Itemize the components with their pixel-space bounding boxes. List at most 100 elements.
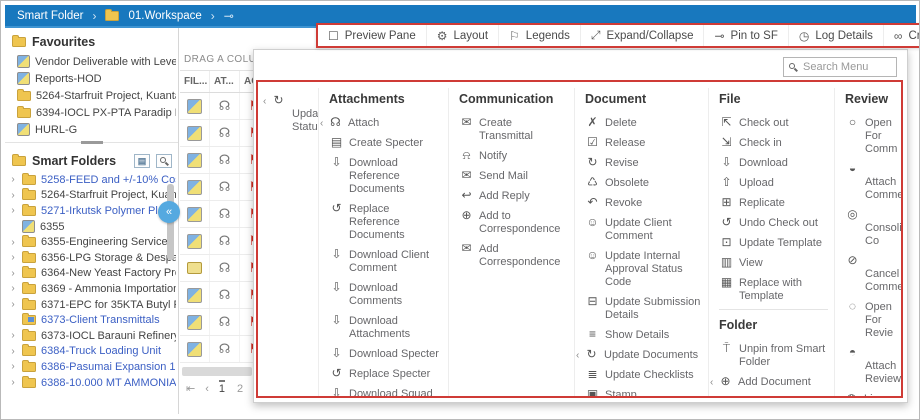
menu-item-add-document[interactable]: ‹⊕Add Document — [719, 375, 828, 389]
menu-item-undo-check-out[interactable]: ↺Undo Check out — [719, 216, 828, 230]
menu-item-update-checklists[interactable]: ≣Update Checklists — [585, 368, 702, 382]
menu-item-attach-review[interactable]: ◓Attach Review — [845, 346, 895, 386]
folder-stack-icon[interactable]: ▤ — [134, 154, 150, 168]
menu-item-download-squad-check-comment[interactable]: ⇩Download Squad Check Comment — [329, 387, 442, 396]
table-row[interactable]: ☊⚑ — [180, 201, 258, 228]
smart-folder-item[interactable]: ›5264-Starfruit Project, Kuantan, M... — [5, 188, 178, 204]
grid-horizontal-scrollbar[interactable] — [182, 367, 252, 376]
prev-page-icon[interactable]: ‹ — [205, 383, 209, 395]
favourite-item[interactable]: Vendor Deliverable with Levels — [5, 53, 178, 70]
toolbar-log-details-button[interactable]: ◷Log Details — [788, 25, 883, 46]
menu-item-notify[interactable]: ⍾Notify — [459, 149, 568, 163]
smart-folder-item[interactable]: ›5271-Irkutsk Polymer Plant Ethyle... — [5, 203, 178, 219]
menu-item-create-transmittal[interactable]: ✉Create Transmittal — [459, 116, 568, 143]
favourite-item[interactable]: Reports-HOD — [5, 70, 178, 87]
smart-folder-item[interactable]: ›6373-IOCL Barauni Refinery Capac... — [5, 328, 178, 344]
grid-column-header[interactable]: FIL... — [180, 71, 210, 92]
menu-item-live-commenti[interactable]: ‹◍Live Commenti — [845, 392, 895, 396]
menu-item-view[interactable]: ▥View — [719, 256, 828, 270]
search-input[interactable] — [801, 60, 891, 74]
menu-item-cancel-comme[interactable]: ⊘Cancel Comme — [845, 254, 895, 294]
menu-item-add-correspondence[interactable]: ✉Add Correspondence — [459, 242, 568, 269]
menu-item-replicate[interactable]: ⊞Replicate — [719, 196, 828, 210]
folder-search-icon[interactable] — [156, 154, 172, 168]
smart-folder-item[interactable]: ›6371-EPC for 35KTA Butyl Phenol ... — [5, 297, 178, 313]
menu-item-download-client-comment[interactable]: ⇩Download Client Comment — [329, 248, 442, 275]
favourite-item[interactable]: HURL-G — [5, 121, 178, 138]
toolbar-legends-button[interactable]: ⚐Legends — [498, 25, 580, 46]
menu-item-attach-comme[interactable]: ◒Attach Comme — [845, 162, 895, 202]
smart-folder-item[interactable]: ›6364-New Yeast Factory Project — [5, 266, 178, 282]
table-row[interactable]: ☊⚑ — [180, 282, 258, 309]
first-page-icon[interactable]: ⇤ — [186, 382, 195, 395]
smart-folder-item[interactable]: ›6355-Engineering Services for But... — [5, 234, 178, 250]
menu-item-add-reply[interactable]: ↩Add Reply — [459, 189, 568, 203]
menu-item-open-for-revie[interactable]: ◌Open For Revie — [845, 300, 895, 340]
menu-item-revoke[interactable]: ↶Revoke — [585, 196, 702, 210]
favourite-item[interactable]: 6394-IOCL PX-PTA Paradip Expansion — [5, 104, 178, 121]
menu-item-release[interactable]: ☑Release — [585, 136, 702, 150]
sidebar-collapse-button[interactable]: « — [158, 201, 180, 223]
smart-folder-item[interactable]: ›6356-LPG Storage & Despatch Fac... — [5, 250, 178, 266]
smart-folder-item[interactable]: ›6386-Pasumai Expansion 1.0 — [5, 359, 178, 375]
sidebar-splitter[interactable] — [5, 142, 178, 146]
menu-item-show-details[interactable]: ≡Show Details — [585, 328, 702, 342]
menu-item-check-in[interactable]: ⇲Check in — [719, 136, 828, 150]
table-row[interactable]: ☊⚑ — [180, 147, 258, 174]
toolbar-pin-to-sf-button[interactable]: ⊸Pin to SF — [703, 25, 787, 46]
menu-item-update-internal-approval-status-code[interactable]: ☺Update Internal Approval Status Code — [585, 249, 702, 289]
menu-item-attach[interactable]: ‹☊Attach — [329, 116, 442, 130]
menu-item-revise[interactable]: ↻Revise — [585, 156, 702, 170]
menu-item-obsolete[interactable]: ♺Obsolete — [585, 176, 702, 190]
table-row[interactable]: ☊⚑ — [180, 93, 258, 120]
menu-item-update-status[interactable]: ‹↻Update Status — [272, 94, 312, 134]
toolbar-layout-button[interactable]: ⚙Layout — [426, 25, 498, 46]
menu-item-update-submission-details[interactable]: ⊟Update Submission Details — [585, 295, 702, 322]
menu-item-send-mail[interactable]: ✉Send Mail — [459, 169, 568, 183]
menu-item-download-comments[interactable]: ⇩Download Comments — [329, 281, 442, 308]
menu-item-replace-with-template[interactable]: ▦Replace with Template — [719, 276, 828, 303]
menu-item-update-documents[interactable]: ‹↻Update Documents — [585, 348, 702, 362]
table-row[interactable]: ☊⚑ — [180, 120, 258, 147]
smart-folder-item[interactable]: ›5258-FEED and +/-10% Cost Esti... — [5, 172, 178, 188]
smart-folder-item[interactable]: ›6369 - Ammonia Importation Ter... — [5, 281, 178, 297]
favourite-item[interactable]: 5264-Starfruit Project, Kuantan, Malay..… — [5, 87, 178, 104]
table-row[interactable]: ☊⚑ — [180, 228, 258, 255]
menu-item-replace-specter[interactable]: ↺Replace Specter — [329, 367, 442, 381]
menu-item-upload[interactable]: ⇧Upload — [719, 176, 828, 190]
table-row[interactable]: ☊⚑ — [180, 255, 258, 282]
menu-item-unpin-from-smart-folder[interactable]: ⍑Unpin from Smart Folder — [719, 342, 828, 369]
menu-item-stamp[interactable]: ▣Stamp — [585, 388, 702, 396]
menu-item-update-template[interactable]: ⊡Update Template — [719, 236, 828, 250]
table-row[interactable]: ☊⚑ — [180, 174, 258, 201]
menu-item-download[interactable]: ⇩Download — [719, 156, 828, 170]
breadcrumb-root[interactable]: Smart Folder — [17, 10, 83, 22]
toolbar-expand-collapse-button[interactable]: ⤢Expand/Collapse — [580, 25, 704, 46]
menu-item-create-specter[interactable]: ▤Create Specter — [329, 136, 442, 150]
menu-item-replace-reference-documents[interactable]: ↺Replace Reference Documents — [329, 202, 442, 242]
page-number-1[interactable]: 1 — [219, 380, 225, 395]
smart-folder-item[interactable]: ›6384-Truck Loading Unit — [5, 344, 178, 360]
grid-column-header[interactable]: AT... — [210, 71, 240, 92]
table-row[interactable]: ☊⚑ — [180, 336, 258, 363]
breadcrumb-workspace[interactable]: 01.Workspace — [128, 10, 201, 22]
smart-folder-item[interactable]: 6373-Client Transmittals — [5, 312, 178, 328]
menu-item-download-reference-documents[interactable]: ⇩Download Reference Documents — [329, 156, 442, 196]
toolbar-create-document-link-button[interactable]: ∞Create Document Link — [883, 25, 920, 46]
table-row[interactable]: ☊⚑ — [180, 309, 258, 336]
menu-item-update-client-comment[interactable]: ☺Update Client Comment — [585, 216, 702, 243]
menu-item-check-out[interactable]: ⇱Check out — [719, 116, 828, 130]
menu-item-consolidate-co[interactable]: ◎Consolidate Co — [845, 208, 895, 248]
smart-folder-item[interactable]: ›6388-10.000 MT AMMONIA STOR... — [5, 375, 178, 391]
page-number-2[interactable]: 2 — [237, 383, 243, 395]
menu-item-download-specter[interactable]: ⇩Download Specter — [329, 347, 442, 361]
menu-item-download-attachments[interactable]: ⇩Download Attachments — [329, 314, 442, 341]
menu-item-export-to-excel[interactable]: ‹▦Export to Excel — [719, 395, 828, 396]
menu-item-delete[interactable]: ✗Delete — [585, 116, 702, 130]
menu-search-box[interactable] — [783, 57, 897, 77]
menu-item-add-to-correspondence[interactable]: ⊕Add to Correspondence — [459, 209, 568, 236]
breadcrumb-pin-icon[interactable]: ⊸ — [224, 9, 234, 23]
toolbar-preview-pane-button[interactable]: ☐Preview Pane — [318, 25, 426, 46]
menu-item-open-for-comm[interactable]: ○Open For Comm — [845, 116, 895, 156]
splitter-handle-icon[interactable] — [81, 141, 103, 144]
